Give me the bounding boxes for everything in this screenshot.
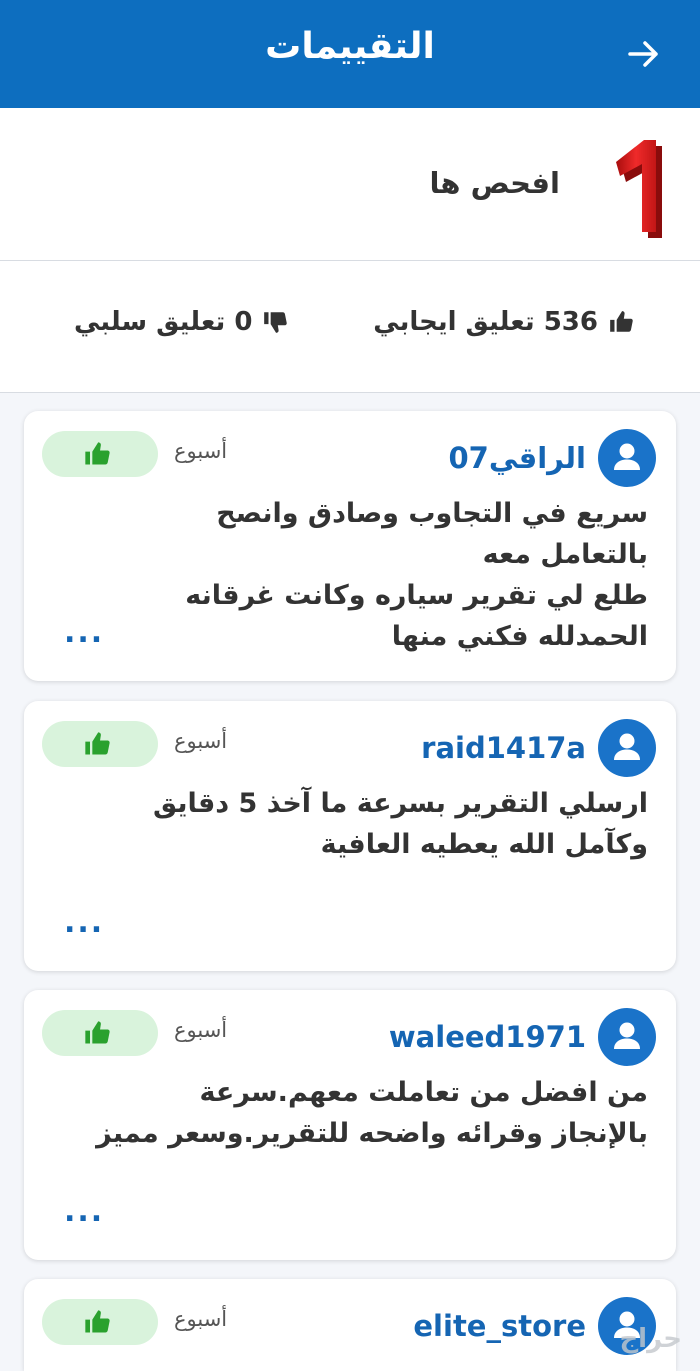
avatar[interactable]: [598, 429, 656, 487]
like-badge[interactable]: [42, 431, 158, 477]
negative-count-text: 0 تعليق سلبي: [74, 307, 253, 337]
reviewer-name[interactable]: الراقي07: [449, 441, 587, 475]
more-button[interactable]: ...: [64, 1194, 104, 1229]
user-icon: [614, 1022, 640, 1049]
positive-count-text: 536 تعليق ايجابي: [373, 307, 598, 337]
review-card: الراقي07 أسبوع سريع في التجاوب وصادق وان…: [24, 411, 676, 681]
avatar[interactable]: [598, 1008, 656, 1066]
thumbs-down-icon: [264, 312, 288, 333]
review-time: أسبوع: [174, 729, 228, 753]
avatar[interactable]: [598, 719, 656, 777]
more-button[interactable]: ...: [64, 905, 104, 940]
arrow-right-icon[interactable]: [626, 36, 662, 72]
positive-count: 536 تعليق ايجابي: [373, 307, 634, 337]
thumbs-up-icon: [85, 442, 110, 465]
review-text: سريع في التجاوب وصادق وانصح بالتعامل معه…: [185, 498, 648, 652]
thumbs-up-icon: [85, 1310, 110, 1333]
review-card: raid1417a أسبوع ارسلي التقرير بسرعة ما آ…: [24, 701, 676, 971]
like-badge[interactable]: [42, 1299, 158, 1345]
review-text: من افضل من تعاملت معهم.سرعة بالإنجاز وقر…: [96, 1077, 648, 1149]
thumbs-up-icon: [610, 311, 633, 332]
reviewer-name[interactable]: raid1417a: [421, 731, 586, 765]
user-icon: [614, 733, 640, 760]
thumbs-up-icon: [85, 732, 110, 755]
user-icon: [614, 443, 640, 470]
review-card: elite_store أسبوع: [24, 1279, 676, 1371]
review-card: waleed1971 أسبوع من افضل من تعاملت معهم.…: [24, 990, 676, 1260]
like-badge[interactable]: [42, 721, 158, 767]
more-button[interactable]: ...: [64, 615, 104, 650]
review-text: ارسلي التقرير بسرعة ما آخذ 5 دقايق وكآمل…: [152, 788, 648, 860]
app-header: التقييمات: [0, 0, 700, 108]
reviewer-name[interactable]: waleed1971: [389, 1020, 586, 1054]
thumbs-up-icon: [85, 1021, 110, 1044]
review-time: أسبوع: [174, 439, 228, 463]
review-time: أسبوع: [174, 1307, 228, 1331]
negative-count: 0 تعليق سلبي: [74, 307, 288, 337]
page-title: التقييمات: [265, 26, 435, 67]
review-counts: 536 تعليق ايجابي 0 تعليق سلبي: [0, 261, 700, 393]
seller-logo: [616, 140, 662, 238]
seller-card: افحص ها: [0, 108, 700, 307]
review-time: أسبوع: [174, 1018, 228, 1042]
watermark: حراج: [619, 1324, 682, 1354]
reviewer-name[interactable]: elite_store: [413, 1309, 586, 1343]
like-badge[interactable]: [42, 1010, 158, 1056]
seller-name: افحص ها: [429, 166, 561, 200]
